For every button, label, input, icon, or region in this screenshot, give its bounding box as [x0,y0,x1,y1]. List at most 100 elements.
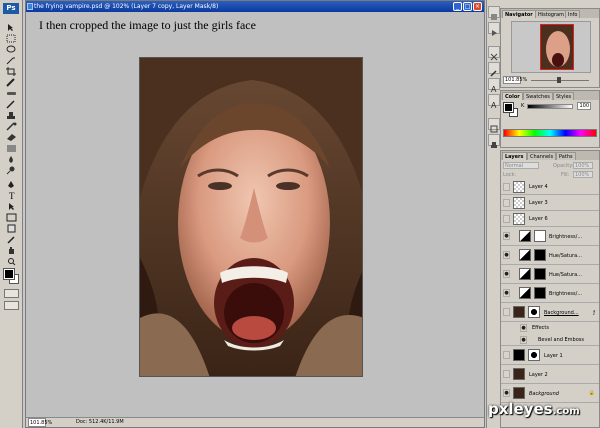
layer-row[interactable]: Layer 4 [501,179,599,195]
clone-stamp-tool-icon[interactable] [3,105,20,119]
layer-thumbnail [513,306,525,318]
fill-field[interactable]: 100% [573,171,593,178]
status-bar: 101.85% Doc: 512.4K/11.9M [26,417,484,427]
history-panel-icon[interactable] [488,6,500,20]
tab-layers[interactable]: Layers [502,152,527,160]
effect-row[interactable]: ● Bevel and Emboss [501,334,599,346]
pen-tool-icon[interactable] [3,174,20,188]
layer-row[interactable]: ● Hue/Satura... [501,265,599,284]
tab-histogram[interactable]: Histogram [535,10,567,18]
eye-icon[interactable]: ● [520,336,527,344]
visibility-toggle[interactable] [503,199,510,207]
brush-tool-icon[interactable] [3,94,20,109]
layer-row[interactable]: Background... ƒ [501,303,599,322]
eye-icon[interactable]: ● [503,389,510,397]
maximize-button[interactable]: □ [463,2,472,11]
opacity-field[interactable]: 100% [573,162,593,169]
canvas-area[interactable]: I then cropped the image to just the gir… [26,12,484,417]
screen-mode-button[interactable] [4,301,19,310]
color-slider[interactable] [527,104,573,109]
adjustment-thumbnail [519,230,531,242]
actions-panel-icon[interactable] [488,22,500,36]
type-tool-icon[interactable]: T [3,185,20,201]
eraser-tool-icon[interactable] [3,127,20,141]
eye-icon[interactable]: ● [503,232,510,240]
visibility-toggle[interactable] [503,308,510,316]
marquee-tool-icon[interactable] [3,28,20,43]
visibility-toggle[interactable] [503,183,510,191]
eye-icon[interactable]: ● [503,270,510,278]
document-window: the frying vampire.psd @ 102% (Layer 7 c… [25,0,485,428]
notes-tool-icon[interactable] [3,218,20,233]
minimize-button[interactable]: _ [453,2,462,11]
navigator-zoom-field[interactable]: 101.85% [503,76,527,84]
color-foreground-swatch[interactable] [503,102,514,113]
visibility-toggle[interactable] [503,351,510,359]
tab-info[interactable]: Info [565,10,581,18]
photoshop-logo[interactable]: Ps [3,3,19,14]
eye-icon[interactable]: ● [520,324,527,332]
visibility-toggle[interactable] [503,215,510,223]
effects-row[interactable]: ● Effects [501,322,599,334]
foreground-color-swatch[interactable] [3,268,15,280]
layer-row[interactable]: Layer 1 [501,346,599,365]
zoom-tool-icon[interactable] [3,251,20,266]
color-spectrum-bar[interactable] [503,129,597,137]
watermark-text: pxleyes [488,400,553,418]
layer-row[interactable]: ● Brightness/... [501,227,599,246]
layer-name: Layer 2 [529,372,548,378]
magic-wand-tool-icon[interactable] [3,50,20,65]
layer-row[interactable]: Layer 3 [501,195,599,211]
clone-source-panel-icon[interactable] [488,134,500,148]
document-title-bar[interactable]: the frying vampire.psd @ 102% (Layer 7 c… [26,1,484,12]
quick-mask-mode-button[interactable] [4,289,19,298]
layer-row[interactable]: ● Hue/Satura... [501,246,599,265]
visibility-toggle[interactable] [503,370,510,378]
gradient-tool-icon[interactable] [3,138,20,152]
shape-tool-icon[interactable] [3,207,20,222]
tab-channels[interactable]: Channels [527,152,557,160]
navigator-preview[interactable] [511,21,591,73]
eye-icon[interactable]: ● [503,289,510,297]
brushes-panel-icon[interactable] [488,62,500,77]
tab-paths[interactable]: Paths [556,152,576,160]
eye-icon[interactable]: ● [503,251,510,259]
character-panel-icon[interactable]: A [488,78,500,94]
fx-icon: ƒ [593,310,595,316]
svg-text:A: A [491,101,497,110]
lasso-tool-icon[interactable] [3,39,20,53]
blur-tool-icon[interactable] [3,149,20,163]
color-value-field[interactable]: 100 [577,102,591,110]
lock-label: Lock: [503,172,517,178]
navigator-view-box[interactable] [540,24,574,70]
layer-comps-panel-icon[interactable] [488,118,500,133]
blend-mode-select[interactable]: Normal [503,162,539,169]
status-zoom-field[interactable]: 101.85% [28,418,52,427]
screaming-girl-photo[interactable] [139,57,363,377]
panel-icon-strip: A A [486,0,500,428]
path-selection-tool-icon[interactable] [3,196,20,210]
watermark: pxleyes.com [488,400,580,418]
tab-navigator[interactable]: Navigator [502,10,536,18]
history-brush-tool-icon[interactable] [3,116,20,131]
layer-row[interactable]: ● Brightness/... [501,284,599,303]
navigator-zoom-slider-knob[interactable] [557,77,561,83]
slice-tool-icon[interactable] [3,72,20,87]
tab-swatches[interactable]: Swatches [523,92,553,100]
tab-color[interactable]: Color [502,92,523,100]
eyedropper-tool-icon[interactable] [3,229,20,244]
mask-thumbnail [528,306,540,318]
layer-row[interactable]: Layer 2 [501,365,599,384]
effects-label: Effects [532,325,549,331]
healing-brush-tool-icon[interactable] [3,83,20,95]
crop-tool-icon[interactable] [3,61,20,76]
dodge-tool-icon[interactable] [3,160,20,175]
paragraph-panel-icon[interactable]: A [488,94,500,110]
hand-tool-icon[interactable] [3,240,20,254]
move-tool-icon[interactable] [3,17,20,31]
layer-row[interactable]: Layer 6 [501,211,599,227]
tab-styles[interactable]: Styles [553,92,575,100]
tool-presets-panel-icon[interactable] [488,46,500,61]
close-button[interactable]: × [473,2,482,11]
layer-name: Background... [544,310,579,316]
